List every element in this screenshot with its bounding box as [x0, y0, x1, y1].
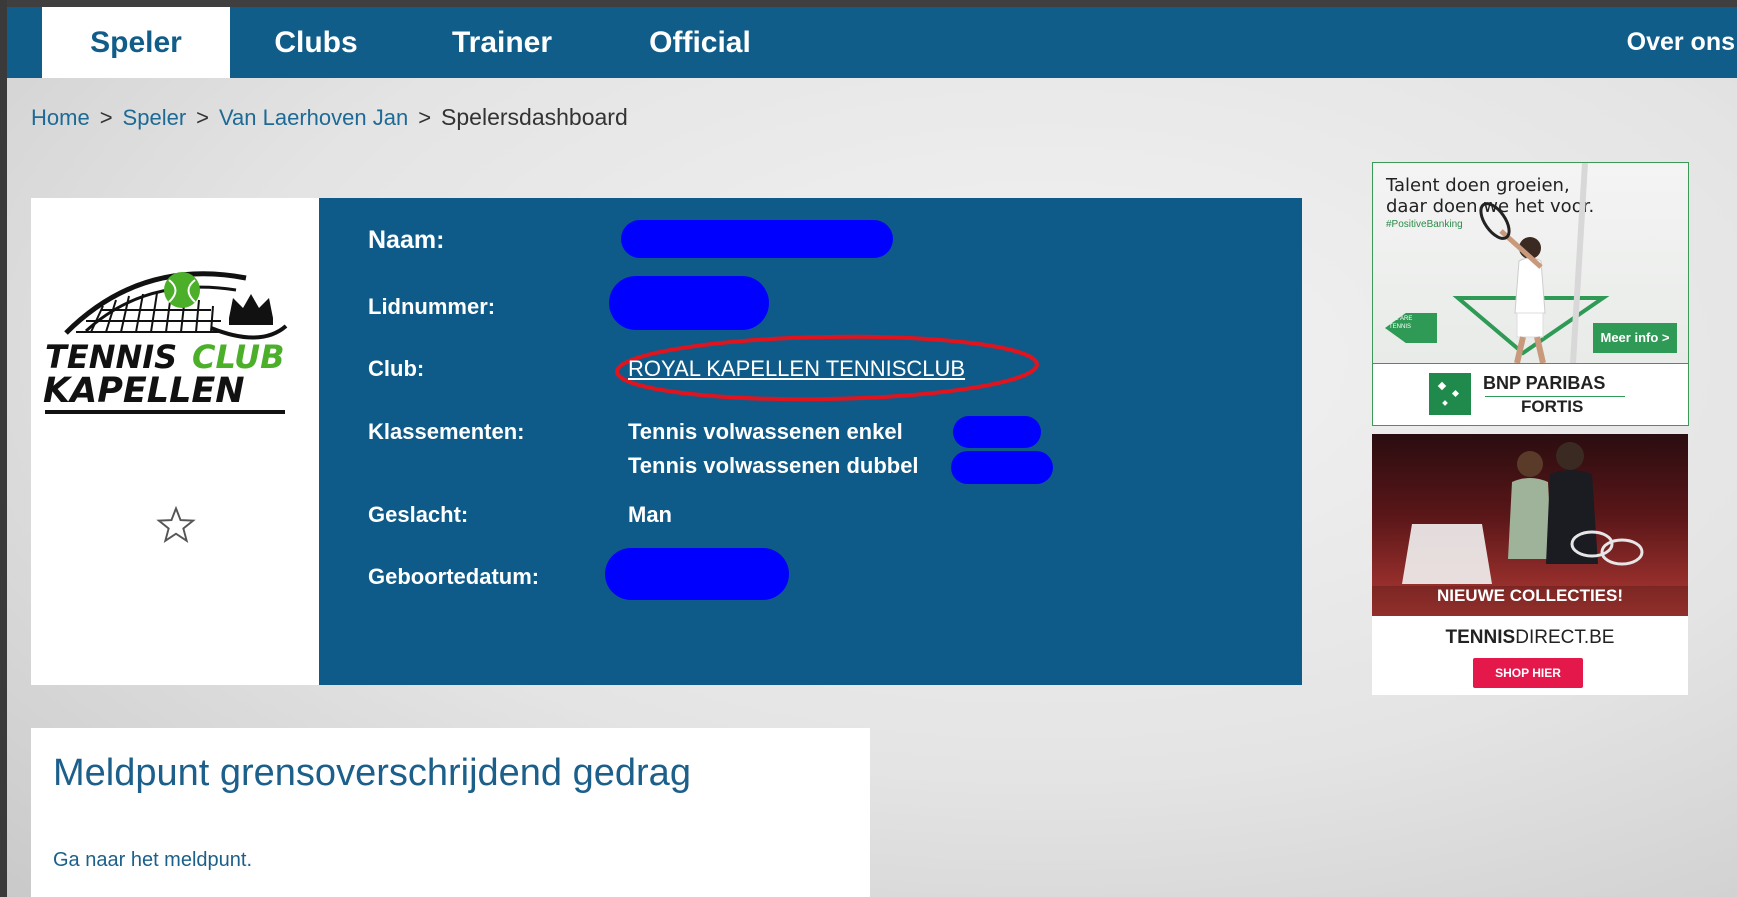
- breadcrumb-link-player[interactable]: Van Laerhoven Jan: [219, 105, 408, 130]
- label-geboortedatum: Geboortedatum:: [368, 564, 540, 589]
- star-outline-icon[interactable]: [155, 504, 197, 546]
- breadcrumb-separator: >: [99, 105, 113, 130]
- klassement-dubbel: Tennis volwassenen dubbel: [628, 453, 919, 478]
- ad-bnp-brand-2: FORTIS: [1521, 397, 1584, 416]
- main-nav: Speler Clubs Trainer Official Over ons: [7, 7, 1737, 78]
- label-club: Club:: [368, 356, 425, 381]
- ad-tennisdirect-banner: NIEUWE COLLECTIES!: [1436, 586, 1624, 605]
- nav-tab-trainer[interactable]: Trainer: [402, 7, 602, 78]
- redaction-klassement-dubbel: [951, 451, 1053, 484]
- label-naam: Naam:: [368, 226, 445, 254]
- nav-link-over-ons[interactable]: Over ons: [1627, 7, 1735, 78]
- label-lidnummer: Lidnummer:: [368, 294, 496, 319]
- breadcrumb-separator: >: [418, 105, 432, 130]
- nav-tab-speler[interactable]: Speler: [42, 7, 230, 78]
- tennisclub-kapellen-logo: TENNIS CLUB KAPELLEN: [43, 271, 288, 414]
- meldpunt-title: Meldpunt grensoverschrijdend gedrag: [53, 752, 691, 794]
- breadcrumb-current: Spelersdashboard: [441, 104, 628, 130]
- nav-tab-official[interactable]: Official: [602, 7, 798, 78]
- meldpunt-link[interactable]: Ga naar het meldpunt.: [53, 849, 252, 872]
- player-info-panel: Naam: Lidnummer: Club: ROYAL KAPELLEN TE…: [319, 198, 1302, 685]
- ad-bnp-paribas-fortis[interactable]: Talent doen groeien, daar doen we het vo…: [1372, 162, 1689, 426]
- breadcrumb-link-speler[interactable]: Speler: [123, 105, 187, 130]
- label-klassementen: Klassementen:: [368, 419, 525, 444]
- ad-bnp-brand-1: BNP PARIBAS: [1483, 373, 1606, 393]
- ad-tennisdirect-brand: TENNISDIRECT.BE: [1372, 627, 1688, 649]
- window-top-border: [0, 0, 1737, 7]
- ad-tennisdirect[interactable]: NIEUWE COLLECTIES! TENNISDIRECT.BE SHOP …: [1372, 434, 1688, 695]
- club-link[interactable]: ROYAL KAPELLEN TENNISCLUB: [628, 356, 965, 382]
- redaction-naam: [621, 220, 893, 258]
- geslacht-value: Man: [628, 502, 672, 527]
- breadcrumb-separator: >: [196, 105, 209, 130]
- ad-tennisdirect-brand-a: TENNIS: [1445, 627, 1516, 648]
- redaction-geboortedatum: [605, 548, 789, 600]
- klassement-enkel: Tennis volwassenen enkel: [628, 419, 903, 444]
- logo-text-kapellen: KAPELLEN: [43, 371, 245, 411]
- breadcrumb-link-home[interactable]: Home: [31, 105, 90, 130]
- redaction-lidnummer: [609, 276, 769, 330]
- ad-bnp-meer-info-button[interactable]: Meer info >: [1593, 323, 1677, 353]
- window-left-border: [0, 0, 7, 897]
- ad-tennisdirect-shop-button[interactable]: SHOP HIER: [1473, 658, 1583, 688]
- label-geslacht: Geslacht:: [368, 502, 469, 527]
- club-logo-panel: TENNIS CLUB KAPELLEN: [31, 198, 319, 685]
- ad-tennisdirect-brand-b: DIRECT.BE: [1515, 627, 1615, 648]
- redaction-klassement-enkel: [953, 416, 1041, 448]
- bnp-stars-logo-icon: [1429, 373, 1471, 415]
- breadcrumb: Home > Speler > Van Laerhoven Jan > Spelersdas…: [31, 104, 628, 131]
- meldpunt-panel: Meldpunt grensoverschrijdend gedrag Ga n…: [31, 728, 870, 897]
- nav-tab-clubs[interactable]: Clubs: [230, 7, 402, 78]
